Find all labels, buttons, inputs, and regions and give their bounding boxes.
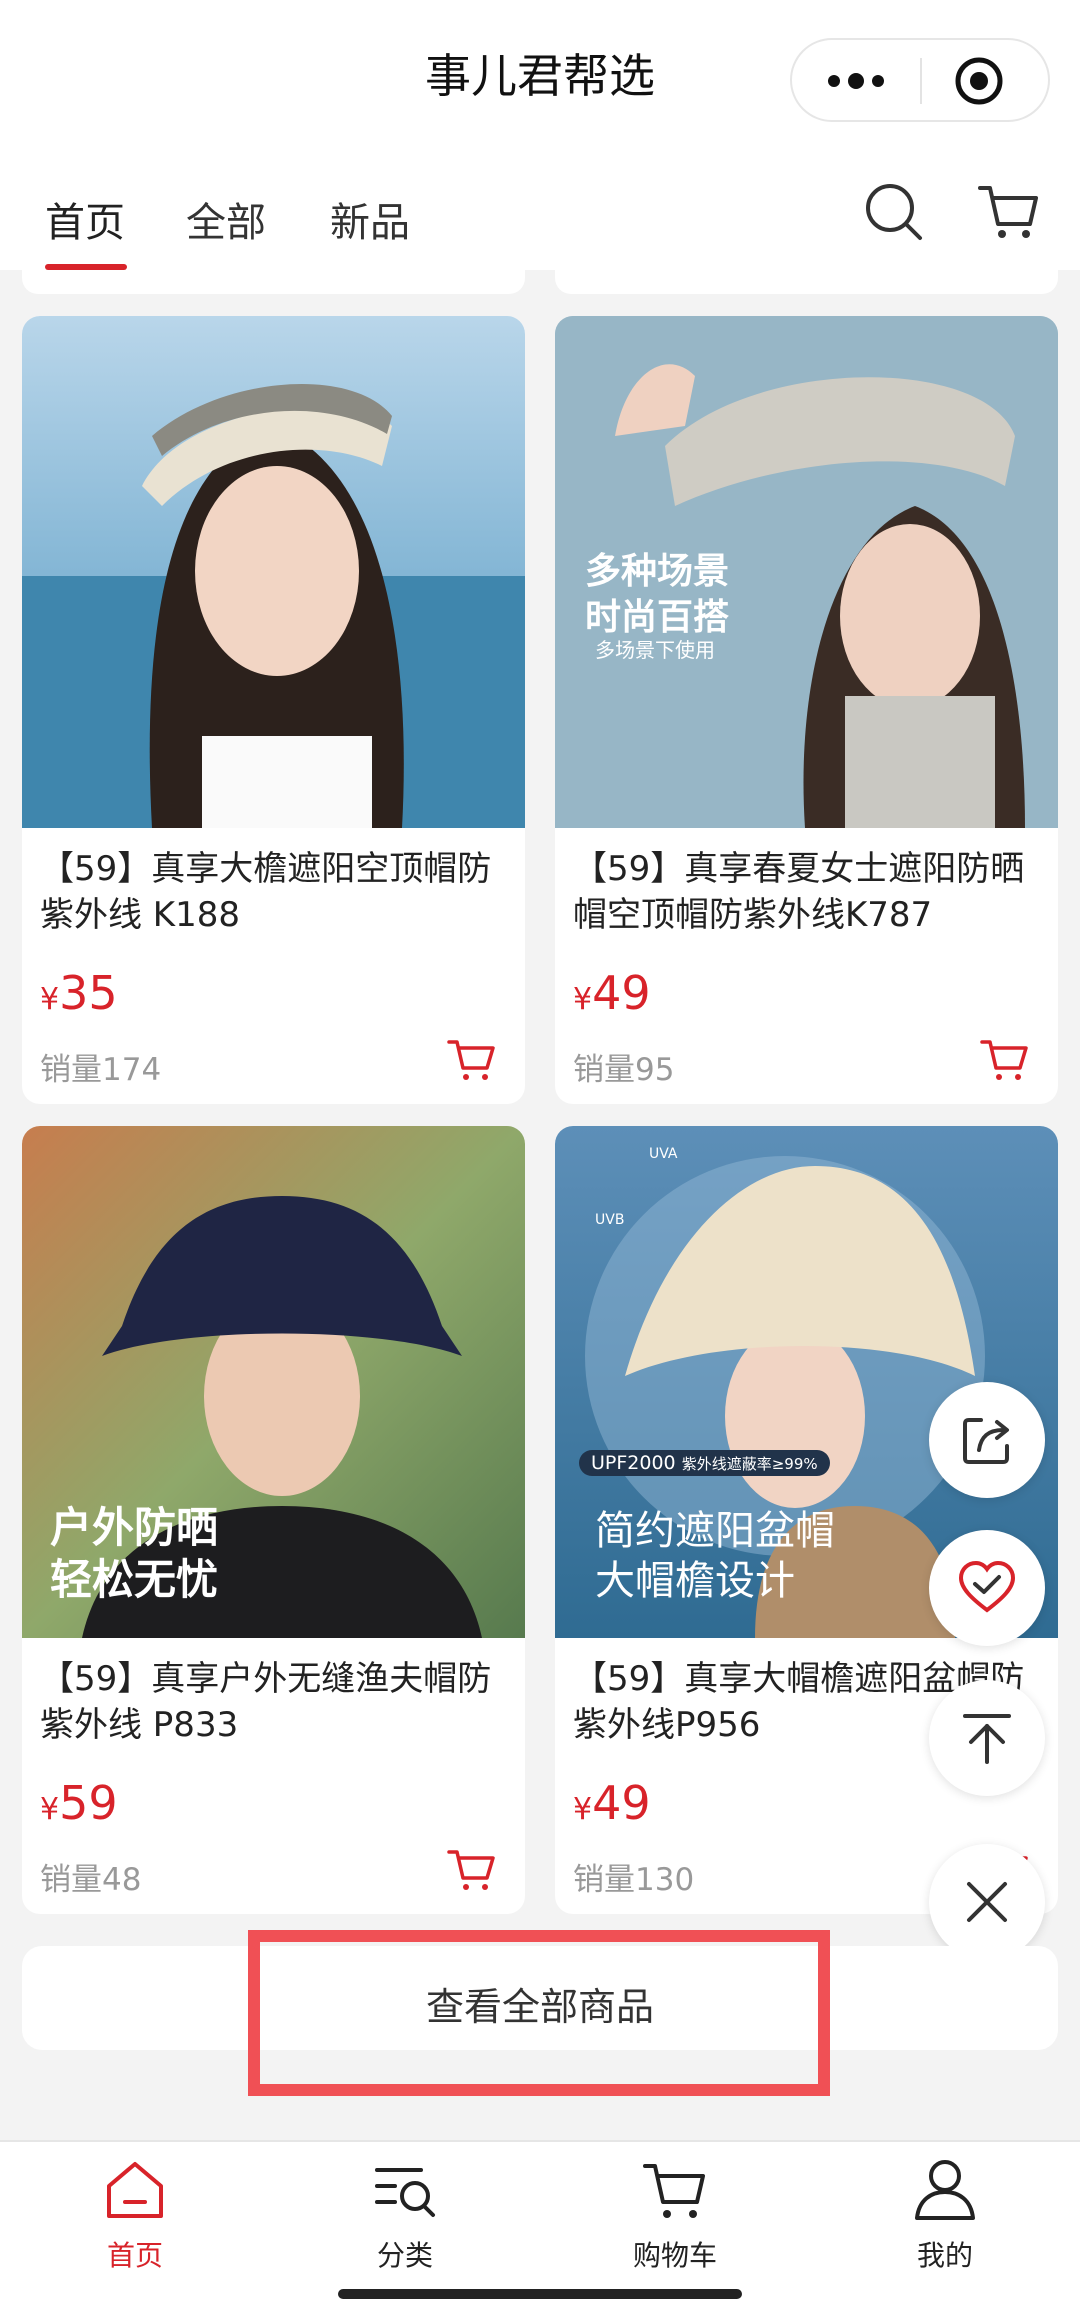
nav-cart[interactable]: 购物车	[575, 2156, 775, 2274]
product-title: 【59】真享户外无缝渔夫帽防紫外线 P833	[40, 1659, 492, 1745]
add-to-cart-icon[interactable]	[447, 1036, 497, 1082]
close-mini-program-icon[interactable]	[954, 56, 1004, 106]
back-to-top-button[interactable]	[929, 1680, 1045, 1796]
product-sales: 销量130	[573, 1862, 695, 1898]
share-button[interactable]	[929, 1382, 1045, 1498]
top-tabs: 首页 全部 新品	[0, 150, 1080, 270]
product-price: ¥49	[573, 1776, 651, 1830]
nav-profile-label: 我的	[916, 2239, 973, 2272]
nav-home[interactable]: 首页	[35, 2156, 235, 2274]
home-indicator	[338, 2289, 742, 2299]
product-card[interactable]: 【59】真享大檐遮阳空顶帽防紫外线 K188 ¥35 销量174	[22, 316, 525, 1104]
nav-cart-label: 购物车	[632, 2239, 717, 2272]
tab-all[interactable]: 全部	[186, 190, 266, 248]
tab-home[interactable]: 首页	[45, 190, 125, 248]
mini-program-capsule	[790, 38, 1050, 122]
product-price: ¥35	[40, 966, 118, 1020]
add-to-cart-icon[interactable]	[447, 1846, 497, 1892]
close-float-button[interactable]	[929, 1844, 1045, 1960]
share-icon	[963, 1418, 1009, 1464]
arrow-up-icon	[963, 1714, 1011, 1764]
add-to-cart-icon[interactable]	[980, 1036, 1030, 1082]
image-overlay-subtext: UVA	[649, 1146, 678, 1162]
product-sales: 销量48	[40, 1862, 142, 1898]
product-sales: 销量95	[573, 1052, 675, 1088]
capsule-divider	[920, 58, 922, 104]
product-image	[22, 316, 525, 828]
search-icon[interactable]	[862, 180, 926, 244]
nav-home-label: 首页	[106, 2239, 163, 2272]
product-card[interactable]: 户外防晒 轻松无忧 【59】真享户外无缝渔夫帽防紫外线 P833 ¥59 销量4…	[22, 1126, 525, 1914]
nav-profile[interactable]: 我的	[845, 2156, 1045, 2274]
image-overlay-text: 大帽檐设计	[595, 1558, 795, 1604]
product-image: 多种场景 时尚百搭 多场景下使用	[555, 316, 1058, 828]
highlight-box	[248, 1930, 830, 2096]
product-sales: 销量174	[40, 1052, 162, 1088]
cart-icon[interactable]	[976, 180, 1040, 244]
upf-badge: UPF2000 紫外线遮蔽率≥99%	[579, 1450, 830, 1476]
product-card[interactable]: 多种场景 时尚百搭 多场景下使用 【59】真享春夏女士遮阳防晒帽空顶帽防紫外线K…	[555, 316, 1058, 1104]
partial-card	[555, 270, 1058, 294]
favorite-button[interactable]	[929, 1530, 1045, 1646]
product-title: 【59】真享大檐遮阳空顶帽防紫外线 K188	[40, 849, 492, 935]
close-icon	[967, 1882, 1007, 1922]
cart-icon	[643, 2164, 705, 2218]
heart-check-icon	[958, 1560, 1016, 1613]
more-icon[interactable]	[820, 60, 892, 102]
top-bar: 事儿君帮选	[0, 0, 1080, 150]
product-price: ¥49	[573, 966, 651, 1020]
product-image: 户外防晒 轻松无忧	[22, 1126, 525, 1638]
image-overlay-text: 时尚百搭	[585, 597, 730, 638]
category-icon	[375, 2168, 435, 2217]
product-price: ¥59	[40, 1776, 118, 1830]
tab-new[interactable]: 新品	[330, 190, 410, 248]
user-icon	[915, 2160, 975, 2220]
image-overlay-text: 多种场景	[585, 551, 730, 592]
nav-category-label: 分类	[376, 2239, 433, 2272]
image-overlay-text: 轻松无忧	[50, 1555, 219, 1604]
partial-card	[22, 270, 525, 294]
product-title: 【59】真享春夏女士遮阳防晒帽空顶帽防紫外线K787	[573, 849, 1025, 935]
nav-category[interactable]: 分类	[305, 2156, 505, 2274]
home-icon	[107, 2162, 163, 2218]
image-overlay-subtext: 多场景下使用	[595, 638, 715, 662]
image-overlay-subtext: UVB	[595, 1212, 625, 1228]
